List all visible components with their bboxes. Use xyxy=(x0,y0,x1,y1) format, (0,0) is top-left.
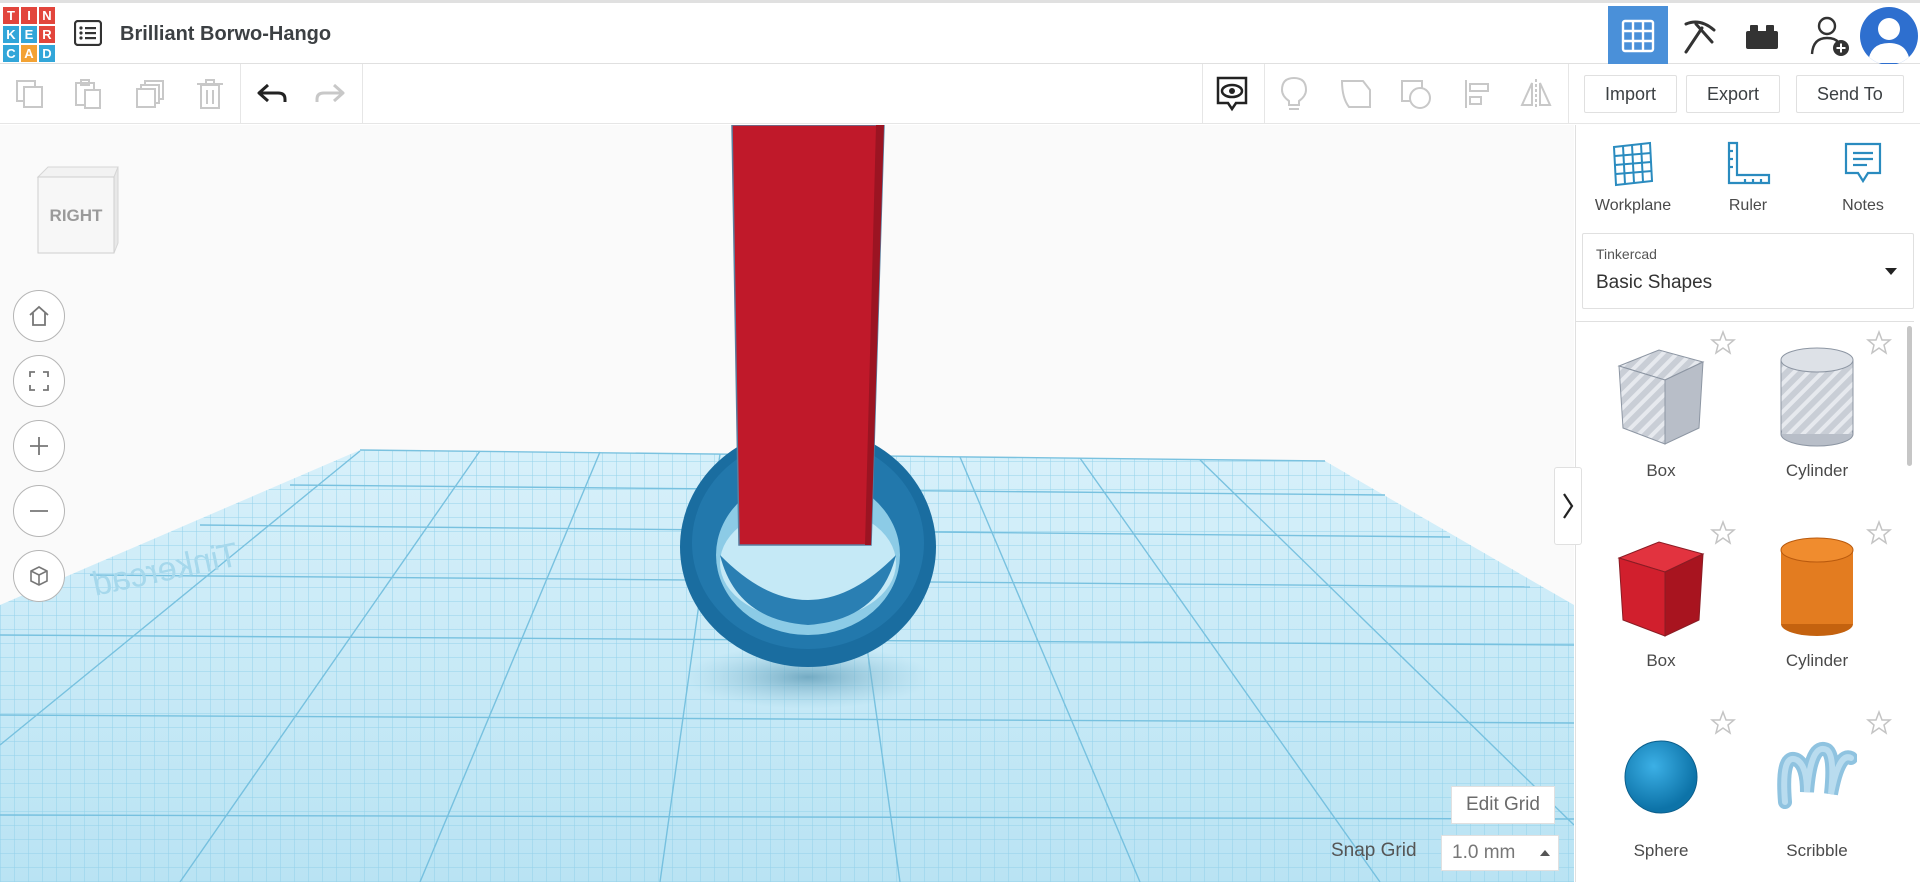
box-hole-icon xyxy=(1611,342,1711,452)
shape-scribble[interactable]: Scribble xyxy=(1742,702,1893,882)
shapes-scrollbar[interactable] xyxy=(1907,326,1912,466)
home-view-icon[interactable] xyxy=(13,290,65,342)
notes-visibility-icon[interactable] xyxy=(1210,72,1254,116)
favorite-star-icon[interactable] xyxy=(1709,329,1737,356)
logo-letter: E xyxy=(20,25,38,44)
top-bar: TINKERCAD Brilliant Borwo-Hango xyxy=(0,0,1920,65)
snap-grid-select[interactable]: 1.0 mm xyxy=(1441,835,1559,871)
notes-icon xyxy=(1813,139,1913,189)
add-user-icon[interactable] xyxy=(1800,6,1860,65)
snap-grid-value: 1.0 mm xyxy=(1452,842,1516,863)
import-button[interactable]: Import xyxy=(1584,75,1678,113)
shape-label: Box xyxy=(1646,461,1676,480)
edit-grid-button[interactable]: Edit Grid xyxy=(1451,786,1555,824)
scribble-icon xyxy=(1767,722,1867,832)
notes-tool[interactable]: Notes xyxy=(1813,139,1913,215)
shape-cylinder-hole[interactable]: Cylinder xyxy=(1742,322,1893,502)
bricks-icon[interactable] xyxy=(1732,6,1792,65)
3d-viewport[interactable]: Tinkercad RIGHT Edit Grid Snap Grid 1.0 … xyxy=(0,125,1574,882)
simulator-pickaxe-icon[interactable] xyxy=(1670,6,1730,65)
shape-cut-icon[interactable] xyxy=(1334,72,1378,116)
shape-label: Box xyxy=(1646,651,1676,670)
redo-icon[interactable] xyxy=(308,72,352,116)
shape-label: Sphere xyxy=(1633,841,1689,860)
export-button[interactable]: Export xyxy=(1686,75,1781,113)
favorite-star-icon[interactable] xyxy=(1709,709,1737,736)
sphere-icon xyxy=(1611,722,1711,832)
logo-letter: C xyxy=(2,44,20,63)
ruler-tool[interactable]: Ruler xyxy=(1698,139,1798,215)
shape-label: Scribble xyxy=(1786,841,1848,860)
shape-box-hole[interactable]: Box xyxy=(1586,322,1737,502)
view-cube[interactable]: RIGHT xyxy=(34,163,120,255)
3d-design-icon[interactable] xyxy=(1608,6,1668,65)
chevron-down-icon xyxy=(1885,268,1897,275)
shape-group-icon[interactable] xyxy=(1394,72,1438,116)
favorite-star-icon[interactable] xyxy=(1865,329,1893,356)
logo-letter: N xyxy=(38,6,56,25)
design-list-icon[interactable] xyxy=(73,19,103,47)
perspective-icon[interactable] xyxy=(13,550,65,602)
logo-letter: R xyxy=(38,25,56,44)
undo-icon[interactable] xyxy=(250,72,294,116)
duplicate-icon[interactable] xyxy=(128,72,172,116)
collapse-panel-toggle[interactable] xyxy=(1554,467,1582,545)
favorite-star-icon[interactable] xyxy=(1865,709,1893,736)
fit-view-icon[interactable] xyxy=(13,355,65,407)
library-category: Tinkercad xyxy=(1596,246,1657,262)
workplane-tool[interactable]: Workplane xyxy=(1583,139,1683,215)
library-name: Basic Shapes xyxy=(1596,272,1713,293)
shapes-panel: Workplane Ruler Notes Tinkercad Basic Sh… xyxy=(1575,125,1920,882)
shape-label: Cylinder xyxy=(1785,651,1849,670)
chevron-right-icon xyxy=(1563,493,1574,519)
logo-letter: D xyxy=(38,44,56,63)
workplane-icon xyxy=(1583,139,1683,189)
box-icon xyxy=(1611,532,1711,642)
cylinder-hole-icon xyxy=(1767,342,1867,452)
notes-tool-label: Notes xyxy=(1842,197,1884,214)
zoom-in-icon[interactable] xyxy=(13,420,65,472)
edit-toolbar: Import Export Send To xyxy=(0,64,1920,124)
avatar-icon[interactable] xyxy=(1858,6,1920,65)
light-bulb-icon[interactable] xyxy=(1272,72,1316,116)
ruler-tool-label: Ruler xyxy=(1728,197,1768,214)
paste-icon[interactable] xyxy=(66,72,110,116)
shape-sphere[interactable]: Sphere xyxy=(1586,702,1737,882)
workplane-tool-label: Workplane xyxy=(1594,197,1672,214)
workplane-scene[interactable]: Tinkercad xyxy=(0,125,1574,882)
ruler-icon xyxy=(1698,139,1798,189)
mirror-icon[interactable] xyxy=(1514,72,1558,116)
copy-icon[interactable] xyxy=(8,72,52,116)
shape-label: Cylinder xyxy=(1785,461,1849,480)
shape-cylinder[interactable]: Cylinder xyxy=(1742,512,1893,692)
zoom-out-icon[interactable] xyxy=(13,485,65,537)
box-object[interactable] xyxy=(731,125,885,546)
cylinder-icon xyxy=(1767,532,1867,642)
design-title[interactable]: Brilliant Borwo-Hango xyxy=(120,23,331,46)
shapes-list[interactable]: Box Cylinder Box Cylinder Sphere Scribbl… xyxy=(1576,321,1914,882)
logo-letter: K xyxy=(2,25,20,44)
send-to-button[interactable]: Send To xyxy=(1796,75,1904,113)
shape-library-select[interactable]: Tinkercad Basic Shapes xyxy=(1582,233,1914,309)
shape-box[interactable]: Box xyxy=(1586,512,1737,692)
align-icon[interactable] xyxy=(1456,72,1500,116)
snap-grid-label: Snap Grid xyxy=(1331,840,1417,861)
logo-letter: I xyxy=(20,6,38,25)
view-cube-face-label: RIGHT xyxy=(50,206,104,225)
logo-letter: T xyxy=(2,6,20,25)
favorite-star-icon[interactable] xyxy=(1865,519,1893,546)
delete-icon[interactable] xyxy=(188,72,232,116)
favorite-star-icon[interactable] xyxy=(1709,519,1737,546)
tinkercad-logo[interactable]: TINKERCAD xyxy=(2,6,56,64)
logo-letter: A xyxy=(20,44,38,63)
caret-up-icon xyxy=(1540,850,1550,856)
